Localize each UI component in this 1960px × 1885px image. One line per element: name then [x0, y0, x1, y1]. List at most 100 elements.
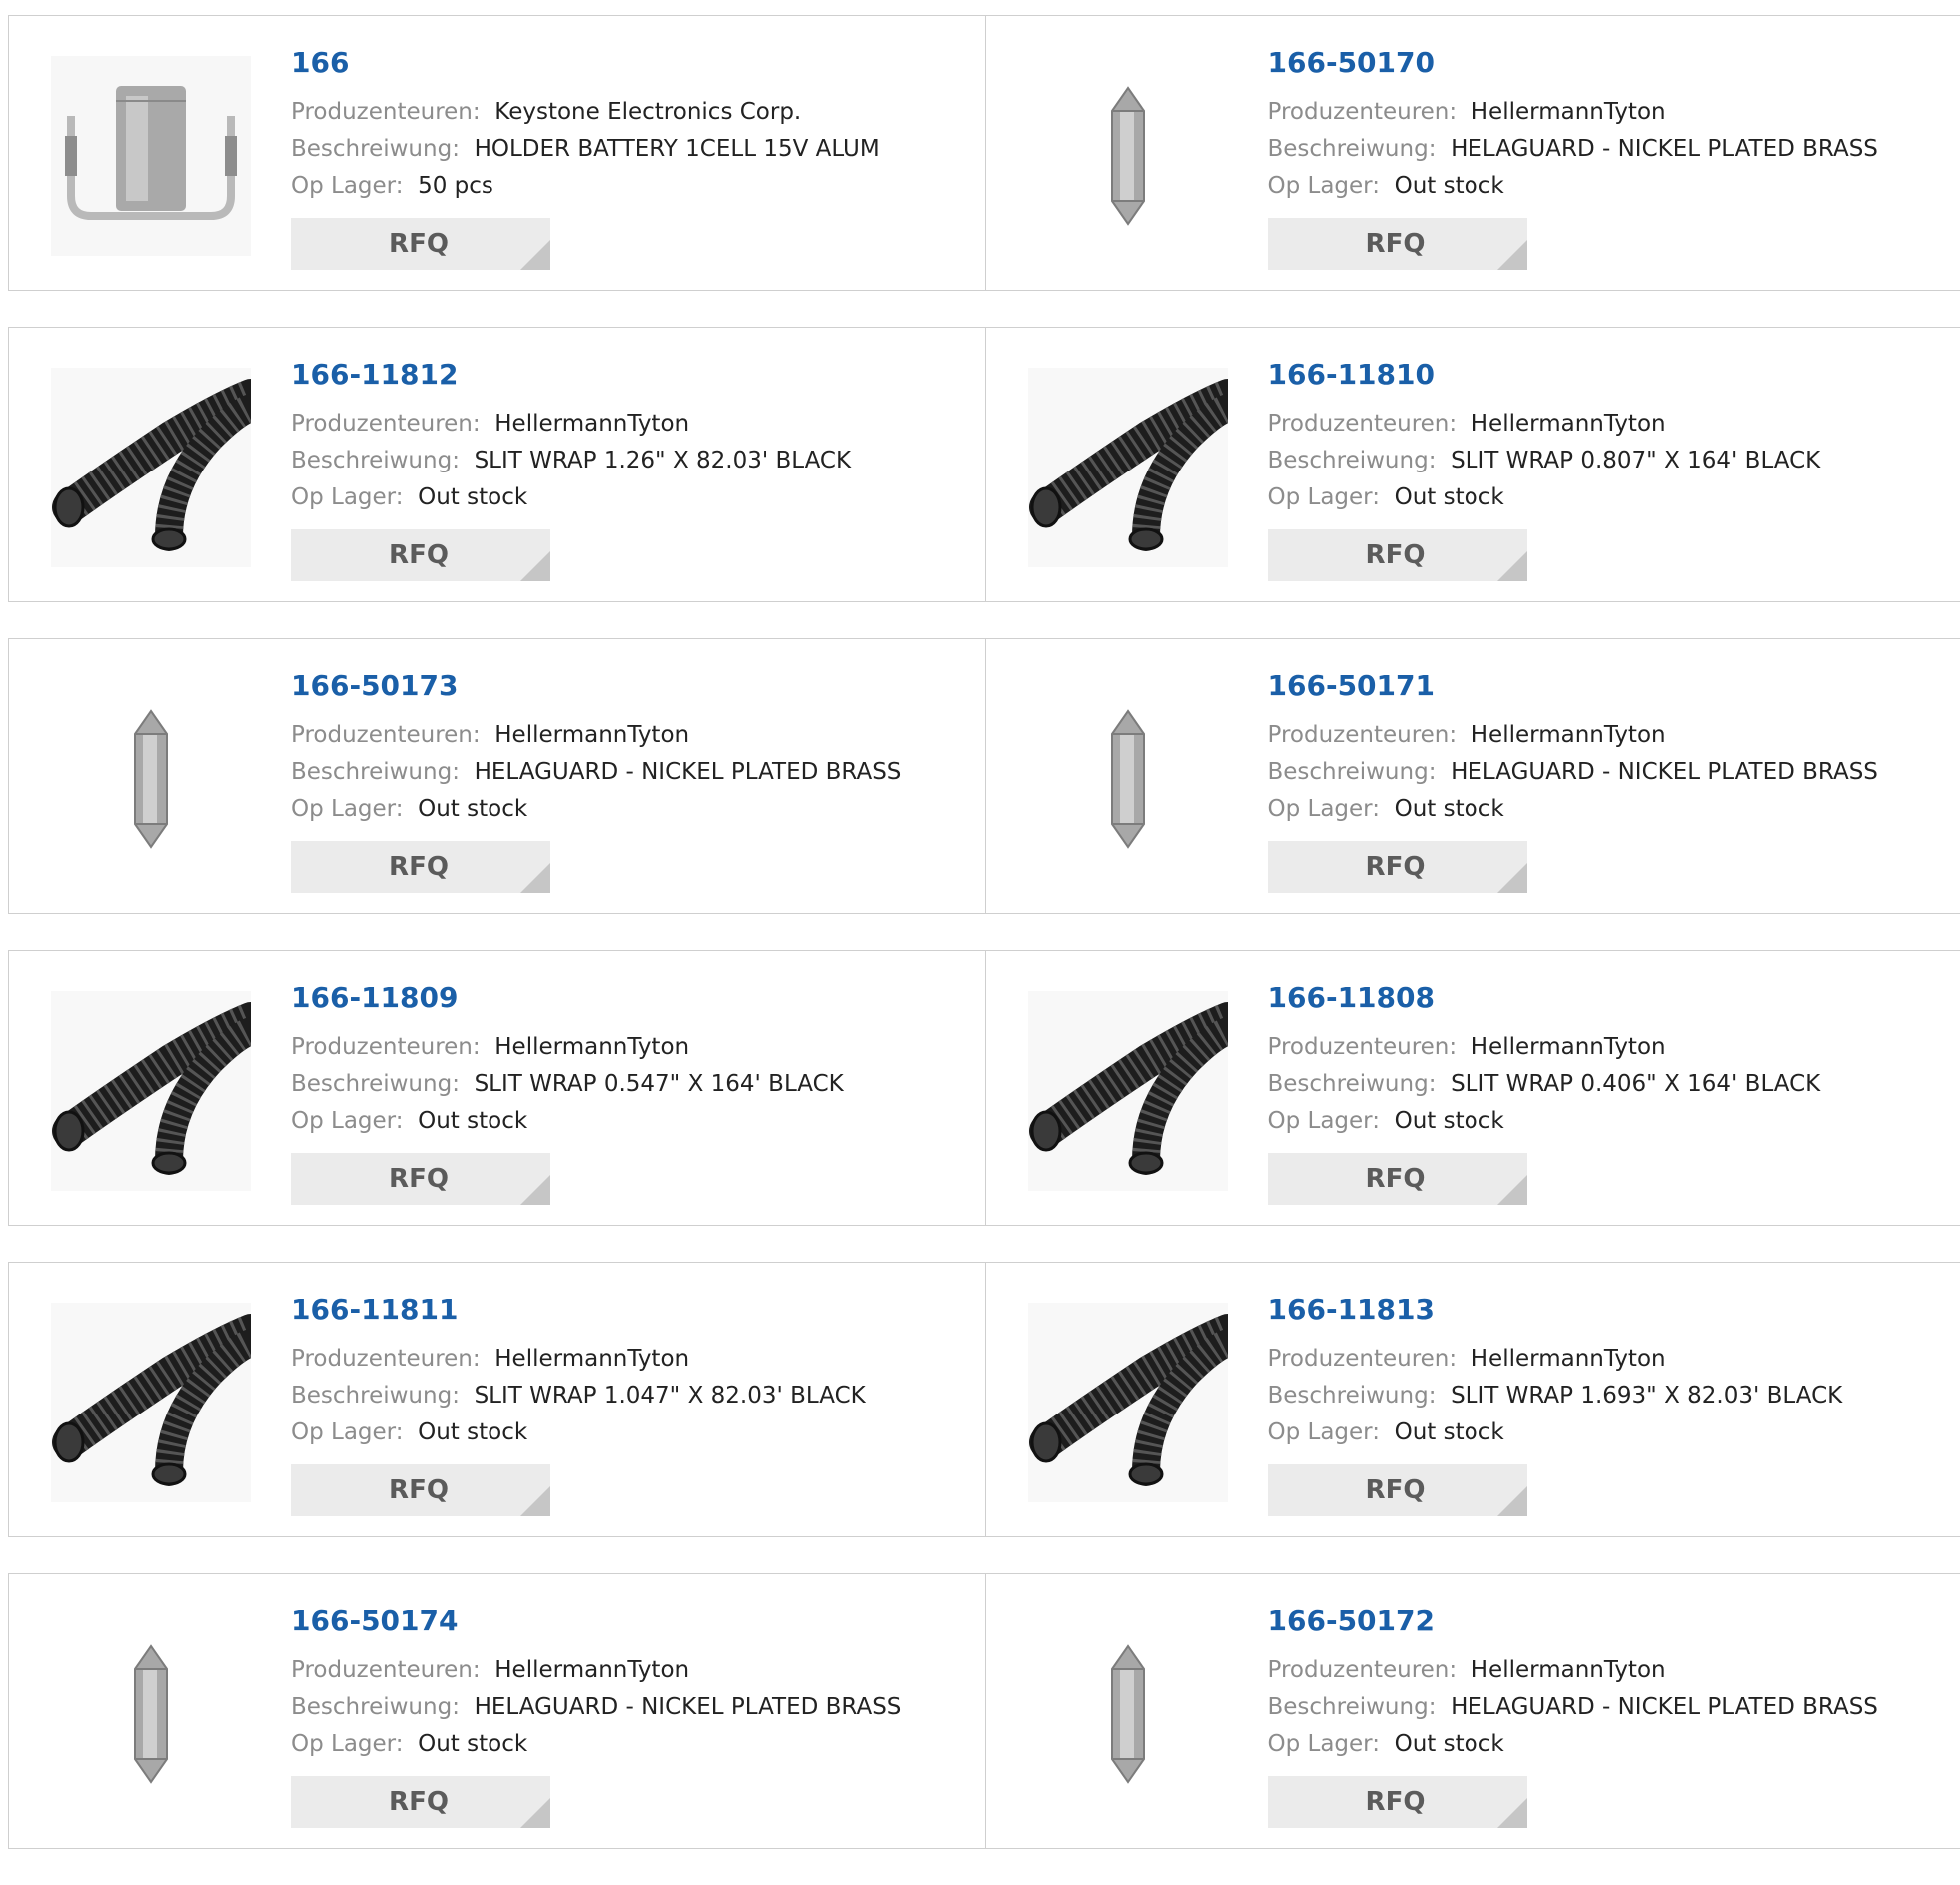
- description-label: Beschreiwung:: [291, 1694, 460, 1720]
- product-row: 166-11812 Produzenteuren: HellermannTyton…: [8, 327, 1960, 602]
- manufacturer-line: Produzenteuren: HellermannTyton: [1268, 717, 1666, 754]
- part-number-link[interactable]: 166-11809: [291, 981, 458, 1014]
- manufacturer-line: Produzenteuren: HellermannTyton: [1268, 406, 1666, 443]
- manufacturer-label: Produzenteuren:: [1268, 722, 1458, 748]
- description-line: Beschreiwung: SLIT WRAP 1.26" X 82.03' B…: [291, 443, 851, 479]
- manufacturer-value: HellermannTyton: [1471, 1657, 1666, 1683]
- product-image[interactable]: [51, 56, 251, 256]
- part-number-link[interactable]: 166-11811: [291, 1293, 458, 1326]
- description-value: SLIT WRAP 0.807" X 164' BLACK: [1451, 448, 1820, 473]
- manufacturer-value: HellermannTyton: [1471, 722, 1666, 748]
- product-image[interactable]: [1028, 56, 1228, 256]
- product-card: 166-11808Produzenteuren: HellermannTyton…: [985, 951, 1960, 1225]
- rfq-button[interactable]: RFQ: [291, 1153, 550, 1205]
- description-value: SLIT WRAP 1.693" X 82.03' BLACK: [1451, 1383, 1842, 1409]
- description-label: Beschreiwung:: [1268, 448, 1437, 473]
- rfq-button[interactable]: RFQ: [1268, 841, 1527, 893]
- rfq-button[interactable]: RFQ: [1268, 1464, 1527, 1516]
- stock-line: Op Lager: Out stock: [291, 1726, 527, 1763]
- stock-value: Out stock: [418, 484, 527, 510]
- rfq-button[interactable]: RFQ: [1268, 218, 1527, 270]
- part-number-link[interactable]: 166-50174: [291, 1604, 458, 1637]
- description-label: Beschreiwung:: [291, 136, 460, 162]
- rfq-button[interactable]: RFQ: [291, 841, 550, 893]
- manufacturer-line: Produzenteuren: HellermannTyton: [291, 1029, 689, 1066]
- rfq-button-label: RFQ: [1366, 1475, 1426, 1505]
- description-line: Beschreiwung: SLIT WRAP 0.547" X 164' BL…: [291, 1066, 844, 1103]
- product-image[interactable]: [1028, 679, 1228, 879]
- product-image[interactable]: [51, 991, 251, 1191]
- product-image[interactable]: [1028, 368, 1228, 567]
- manufacturer-line: Produzenteuren: HellermannTyton: [1268, 1341, 1666, 1378]
- manufacturer-value: HellermannTyton: [494, 722, 689, 748]
- product-row: 166 Produzenteuren: Keystone Electronics …: [8, 15, 1960, 291]
- description-value: SLIT WRAP 0.406" X 164' BLACK: [1451, 1071, 1820, 1097]
- rfq-button[interactable]: RFQ: [291, 529, 550, 581]
- manufacturer-value: HellermannTyton: [1471, 1346, 1666, 1372]
- stock-label: Op Lager:: [1268, 796, 1380, 822]
- rfq-button[interactable]: RFQ: [291, 1464, 550, 1516]
- part-number-link[interactable]: 166: [291, 46, 349, 79]
- stock-value: Out stock: [418, 1731, 527, 1757]
- product-image[interactable]: [1028, 1614, 1228, 1814]
- manufacturer-line: Produzenteuren: HellermannTyton: [1268, 1652, 1666, 1689]
- product-image[interactable]: [51, 679, 251, 879]
- hex-nut-icon: [1028, 1614, 1228, 1814]
- description-value: SLIT WRAP 1.047" X 82.03' BLACK: [475, 1383, 866, 1409]
- rfq-button[interactable]: RFQ: [1268, 1153, 1527, 1205]
- slit-wrap-tubing-icon: [1028, 368, 1228, 567]
- stock-value: 50 pcs: [418, 173, 493, 199]
- manufacturer-value: HellermannTyton: [494, 1346, 689, 1372]
- part-number-link[interactable]: 166-50171: [1268, 669, 1435, 702]
- rfq-button[interactable]: RFQ: [291, 1776, 550, 1828]
- rfq-button-label: RFQ: [389, 540, 449, 570]
- manufacturer-value: HellermannTyton: [494, 1657, 689, 1683]
- product-image[interactable]: [1028, 991, 1228, 1191]
- part-number-link[interactable]: 166-50172: [1268, 1604, 1435, 1637]
- stock-line: Op Lager: Out stock: [1268, 168, 1504, 205]
- stock-value: Out stock: [1395, 796, 1504, 822]
- manufacturer-line: Produzenteuren: Keystone Electronics Cor…: [291, 94, 801, 131]
- stock-value: Out stock: [418, 1108, 527, 1134]
- product-image[interactable]: [51, 1303, 251, 1502]
- hex-nut-icon: [1028, 56, 1228, 256]
- manufacturer-label: Produzenteuren:: [1268, 1346, 1458, 1372]
- description-label: Beschreiwung:: [291, 448, 460, 473]
- product-card: 166-50171 Produzenteuren: HellermannTyton…: [985, 639, 1960, 913]
- product-card: 166-11811 Produzenteuren: HellermannTyton…: [9, 1263, 985, 1536]
- stock-value: Out stock: [418, 1419, 527, 1445]
- part-number-link[interactable]: 166-11813: [1268, 1293, 1435, 1326]
- product-card: 166-50170Produzenteuren: HellermannTyton…: [985, 16, 1960, 290]
- product-image[interactable]: [51, 368, 251, 567]
- description-line: Beschreiwung: HELAGUARD - NICKEL PLATED …: [1268, 754, 1878, 791]
- stock-line: Op Lager: Out stock: [1268, 1414, 1504, 1451]
- rfq-button-label: RFQ: [389, 1475, 449, 1505]
- part-number-link[interactable]: 166-50173: [291, 669, 458, 702]
- manufacturer-line: Produzenteuren: HellermannTyton: [291, 1341, 689, 1378]
- manufacturer-label: Produzenteuren:: [1268, 99, 1458, 125]
- part-number-link[interactable]: 166-11808: [1268, 981, 1435, 1014]
- part-number-link[interactable]: 166-11812: [291, 358, 458, 391]
- product-image[interactable]: [1028, 1303, 1228, 1502]
- manufacturer-label: Produzenteuren:: [1268, 411, 1458, 437]
- stock-line: Op Lager: Out stock: [1268, 1726, 1504, 1763]
- product-row: 166-11811 Produzenteuren: HellermannTyton…: [8, 1262, 1960, 1537]
- description-value: HELAGUARD - NICKEL PLATED BRASS: [1451, 136, 1878, 162]
- rfq-button[interactable]: RFQ: [1268, 529, 1527, 581]
- product-row: 166-50173 Produzenteuren: HellermannTyton…: [8, 638, 1960, 914]
- stock-label: Op Lager:: [291, 1419, 403, 1445]
- product-image[interactable]: [51, 1614, 251, 1814]
- part-number-link[interactable]: 166-50170: [1268, 46, 1435, 79]
- stock-label: Op Lager:: [291, 796, 403, 822]
- rfq-button[interactable]: RFQ: [1268, 1776, 1527, 1828]
- rfq-button[interactable]: RFQ: [291, 218, 550, 270]
- manufacturer-line: Produzenteuren: HellermannTyton: [291, 717, 689, 754]
- product-card: 166-50173 Produzenteuren: HellermannTyton…: [9, 639, 985, 913]
- manufacturer-line: Produzenteuren: HellermannTyton: [291, 1652, 689, 1689]
- description-value: HELAGUARD - NICKEL PLATED BRASS: [1451, 759, 1878, 785]
- manufacturer-label: Produzenteuren:: [1268, 1657, 1458, 1683]
- manufacturer-value: HellermannTyton: [1471, 411, 1666, 437]
- part-number-link[interactable]: 166-11810: [1268, 358, 1435, 391]
- stock-value: Out stock: [1395, 173, 1504, 199]
- rfq-button-label: RFQ: [389, 229, 449, 259]
